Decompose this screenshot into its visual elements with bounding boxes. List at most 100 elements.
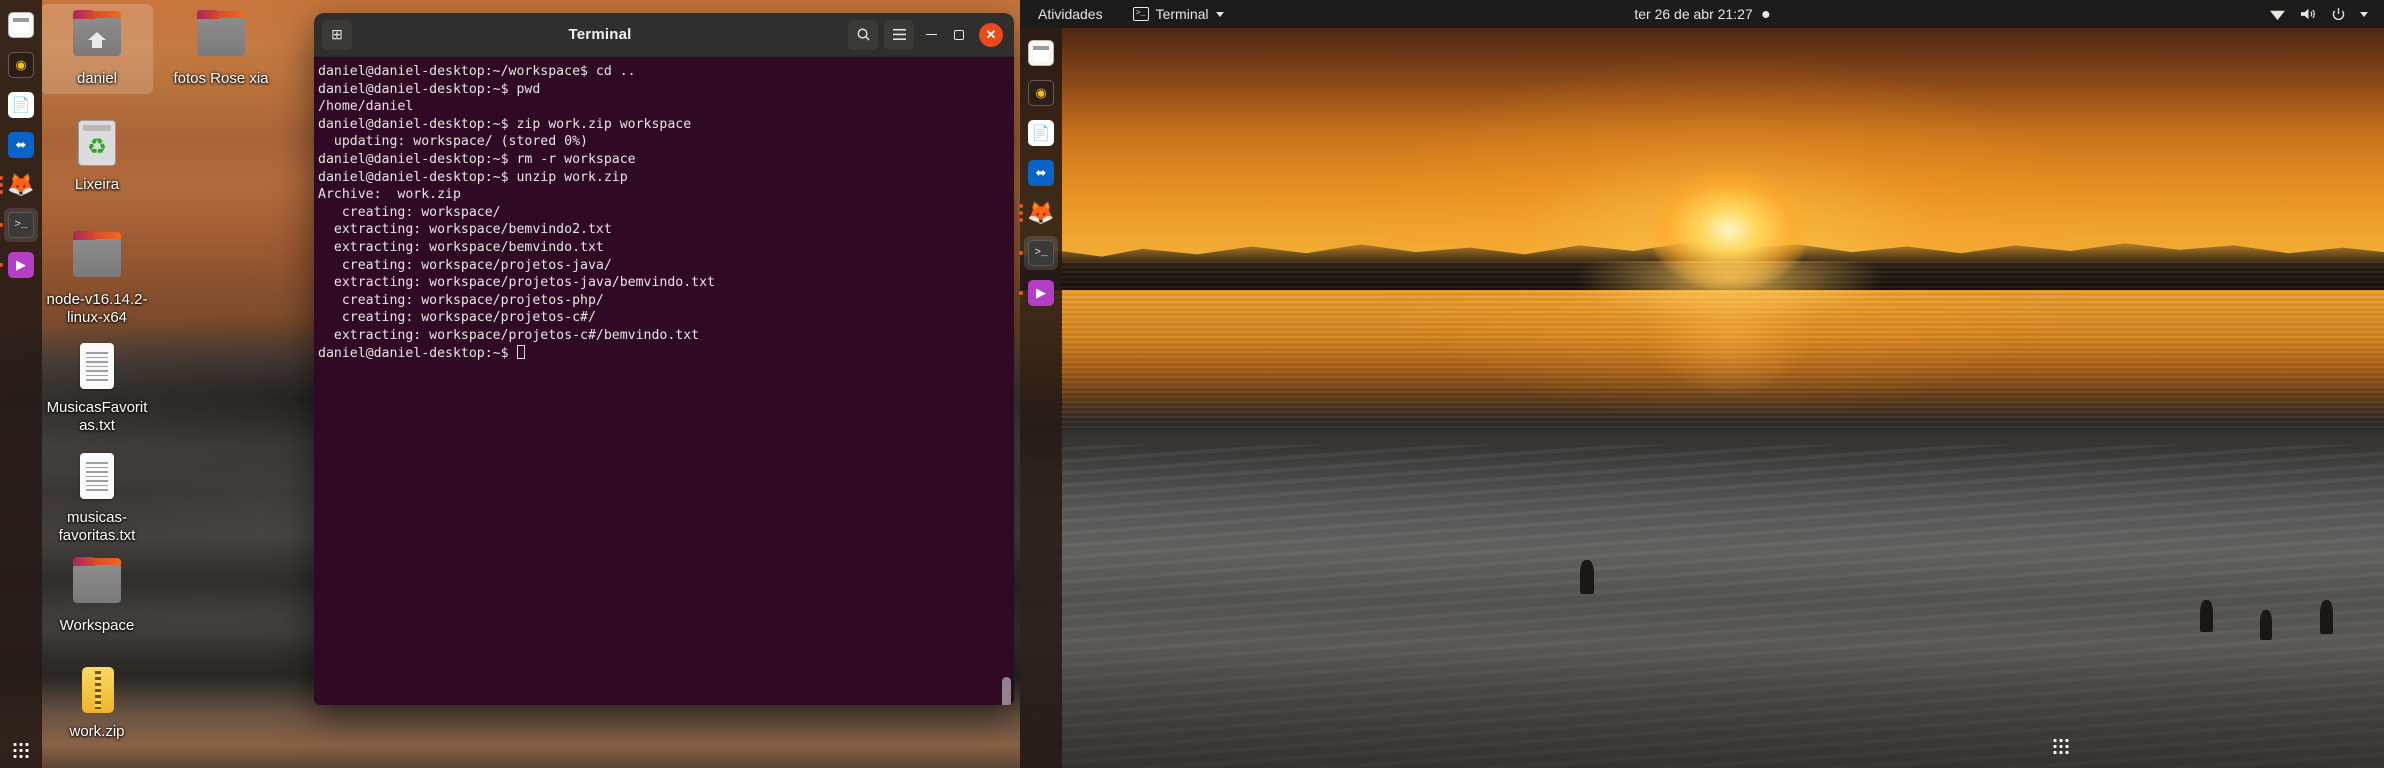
new-tab-button[interactable]: ⊞ [322,19,352,50]
desktop-icon-lixeira[interactable]: ♻ Lixeira [41,110,153,200]
top-panel[interactable]: Atividades >_ Terminal ter 26 de abr 21:… [1020,0,2384,28]
running-indicator-video [1019,291,1023,295]
person-silhouette [2320,600,2333,634]
text-file-icon [64,341,130,395]
new-tab-icon: ⊞ [331,26,343,42]
terminal-line: /home/daniel [318,99,414,115]
dock-item-rhythmbox-right[interactable]: ◉ [1024,76,1058,110]
running-indicator-firefox [1019,204,1023,222]
terminal-line: creating: workspace/projetos-c#/ [318,310,596,326]
video-player-icon: ▶ [8,252,34,278]
menu-button[interactable] [884,19,914,50]
person-silhouette [1580,560,1594,594]
terminal-line: creating: workspace/projetos-php/ [318,292,604,308]
terminal-titlebar[interactable]: ⊞ Terminal ✕ [314,13,1014,57]
system-status-menu[interactable] [2269,7,2368,22]
terminal-line: updating: workspace/ (stored 0%) [318,134,588,150]
teamviewer-icon: ⬌ [1028,160,1054,186]
terminal-window[interactable]: ⊞ Terminal ✕ daniel@daniel-desktop:~/wor… [314,13,1014,705]
writer-icon: 📄 [8,92,34,118]
writer-icon: 📄 [1028,120,1054,146]
terminal-prompt-line: daniel@daniel-desktop:~$ [318,344,1014,363]
search-icon [857,28,870,41]
terminal-window-title: Terminal [568,26,632,43]
trash-shape: ♻ [78,120,116,166]
text-file-icon [64,451,130,505]
maximize-button[interactable] [948,20,970,50]
dock-item-teamviewer[interactable]: ⬌ [4,128,38,162]
clock-button[interactable]: ter 26 de abr 21:27 [1634,6,1770,22]
desktop-icon-label: MusicasFavoritas.txt [46,399,148,434]
folder-icon [64,231,130,287]
desktop-icon-musicas-favoritas-txt[interactable]: musicas-favoritas.txt [41,443,153,551]
desktop-icon-label: node-v16.14.2-linux-x64 [46,291,148,326]
files-icon [8,12,34,38]
dock-item-teamviewer-right[interactable]: ⬌ [1024,156,1058,190]
dock-item-libreoffice-writer-right[interactable]: 📄 [1024,116,1058,150]
dock-left[interactable]: ◉ 📄 ⬌ 🦊 >_ ▶ [0,0,42,768]
minimize-button[interactable] [920,20,942,50]
dock-item-files[interactable] [4,8,38,42]
close-button[interactable]: ✕ [976,20,1006,50]
minimize-icon [925,33,937,36]
dock-right[interactable]: ◉ 📄 ⬌ 🦊 >_ ▶ [1019,28,1062,768]
document-shape [80,453,114,499]
desktop-icon-work-zip[interactable]: work.zip [41,657,153,747]
dock-item-video-player[interactable]: ▶ [0,248,38,282]
desktop-icon-daniel[interactable]: daniel [41,4,153,94]
beach-foreground [1020,445,2384,768]
person-silhouette [2260,610,2272,640]
desktop-icon-node-v16-14-2-linux-x64[interactable]: node-v16.14.2-linux-x64 [41,225,153,333]
dock-item-rhythmbox[interactable]: ◉ [4,48,38,82]
terminal-line: daniel@daniel-desktop:~/workspace$ cd .. [318,64,636,79]
terminal-scrollbar[interactable] [1002,57,1011,705]
zip-shape [82,667,114,713]
dock-item-firefox[interactable]: 🦊 [0,168,38,202]
right-monitor [1020,0,2384,768]
dock-item-video-player-right[interactable]: ▶ [1019,276,1058,310]
desktop-icon-fotos-rose-xia[interactable]: fotos Rose xia [165,4,277,94]
terminal-output-area[interactable]: daniel@daniel-desktop:~/workspace$ cd ..… [314,57,1014,705]
terminal-scrollbar-thumb[interactable] [1002,677,1011,705]
desktop-icon-musicasfavoritas-txt[interactable]: MusicasFavoritas.txt [41,333,153,441]
running-indicator-terminal [1019,251,1023,255]
activities-button[interactable]: Atividades [1020,6,1115,22]
show-applications-button-right[interactable] [2053,739,2069,754]
power-icon [2332,7,2345,20]
chevron-down-icon [2360,11,2368,17]
terminal-text: daniel@daniel-desktop:~/workspace$ cd ..… [318,63,1014,362]
dock-item-files-right[interactable] [1024,36,1058,70]
running-indicator-firefox [0,176,3,194]
clock-label: ter 26 de abr 21:27 [1634,6,1753,22]
video-player-icon: ▶ [1028,280,1054,306]
terminal-prompt: daniel@daniel-desktop:~$ [318,345,517,361]
recycle-icon: ♻ [87,134,107,159]
teamviewer-icon: ⬌ [8,132,34,158]
dock-item-terminal[interactable]: >_ [0,208,38,242]
terminal-line: extracting: workspace/projetos-java/bemv… [318,275,715,291]
running-indicator-terminal [0,223,3,227]
terminal-line: creating: workspace/ [318,204,501,220]
folder-icon [64,10,130,66]
zip-archive-icon [64,665,130,719]
desktop-icon-label: Workspace [59,617,135,634]
folder-shape [197,10,245,56]
terminal-icon: >_ [1028,240,1054,266]
firefox-icon: 🦊 [1027,200,1055,225]
firefox-icon: 🦊 [7,172,35,197]
desktop-icon-label: fotos Rose xia [173,70,269,87]
desktop-icon-workspace[interactable]: Workspace [41,551,153,641]
terminal-line: daniel@daniel-desktop:~$ pwd [318,81,541,97]
dock-item-firefox-right[interactable]: 🦊 [1019,196,1058,230]
rhythmbox-icon: ◉ [1028,80,1054,106]
running-indicator-video [0,263,3,267]
show-applications-button[interactable] [13,743,29,758]
document-shape [80,343,114,389]
notification-dot-icon [1762,10,1770,18]
dock-item-terminal-right[interactable]: >_ [1019,236,1058,270]
app-menu-button[interactable]: >_ Terminal [1132,6,1224,22]
dock-item-libreoffice-writer[interactable]: 📄 [4,88,38,122]
left-monitor: daniel fotos Rose xia ♻ Lixeira node-v16.14.… [0,0,1020,768]
wifi-icon [2270,10,2285,20]
search-button[interactable] [848,19,878,50]
